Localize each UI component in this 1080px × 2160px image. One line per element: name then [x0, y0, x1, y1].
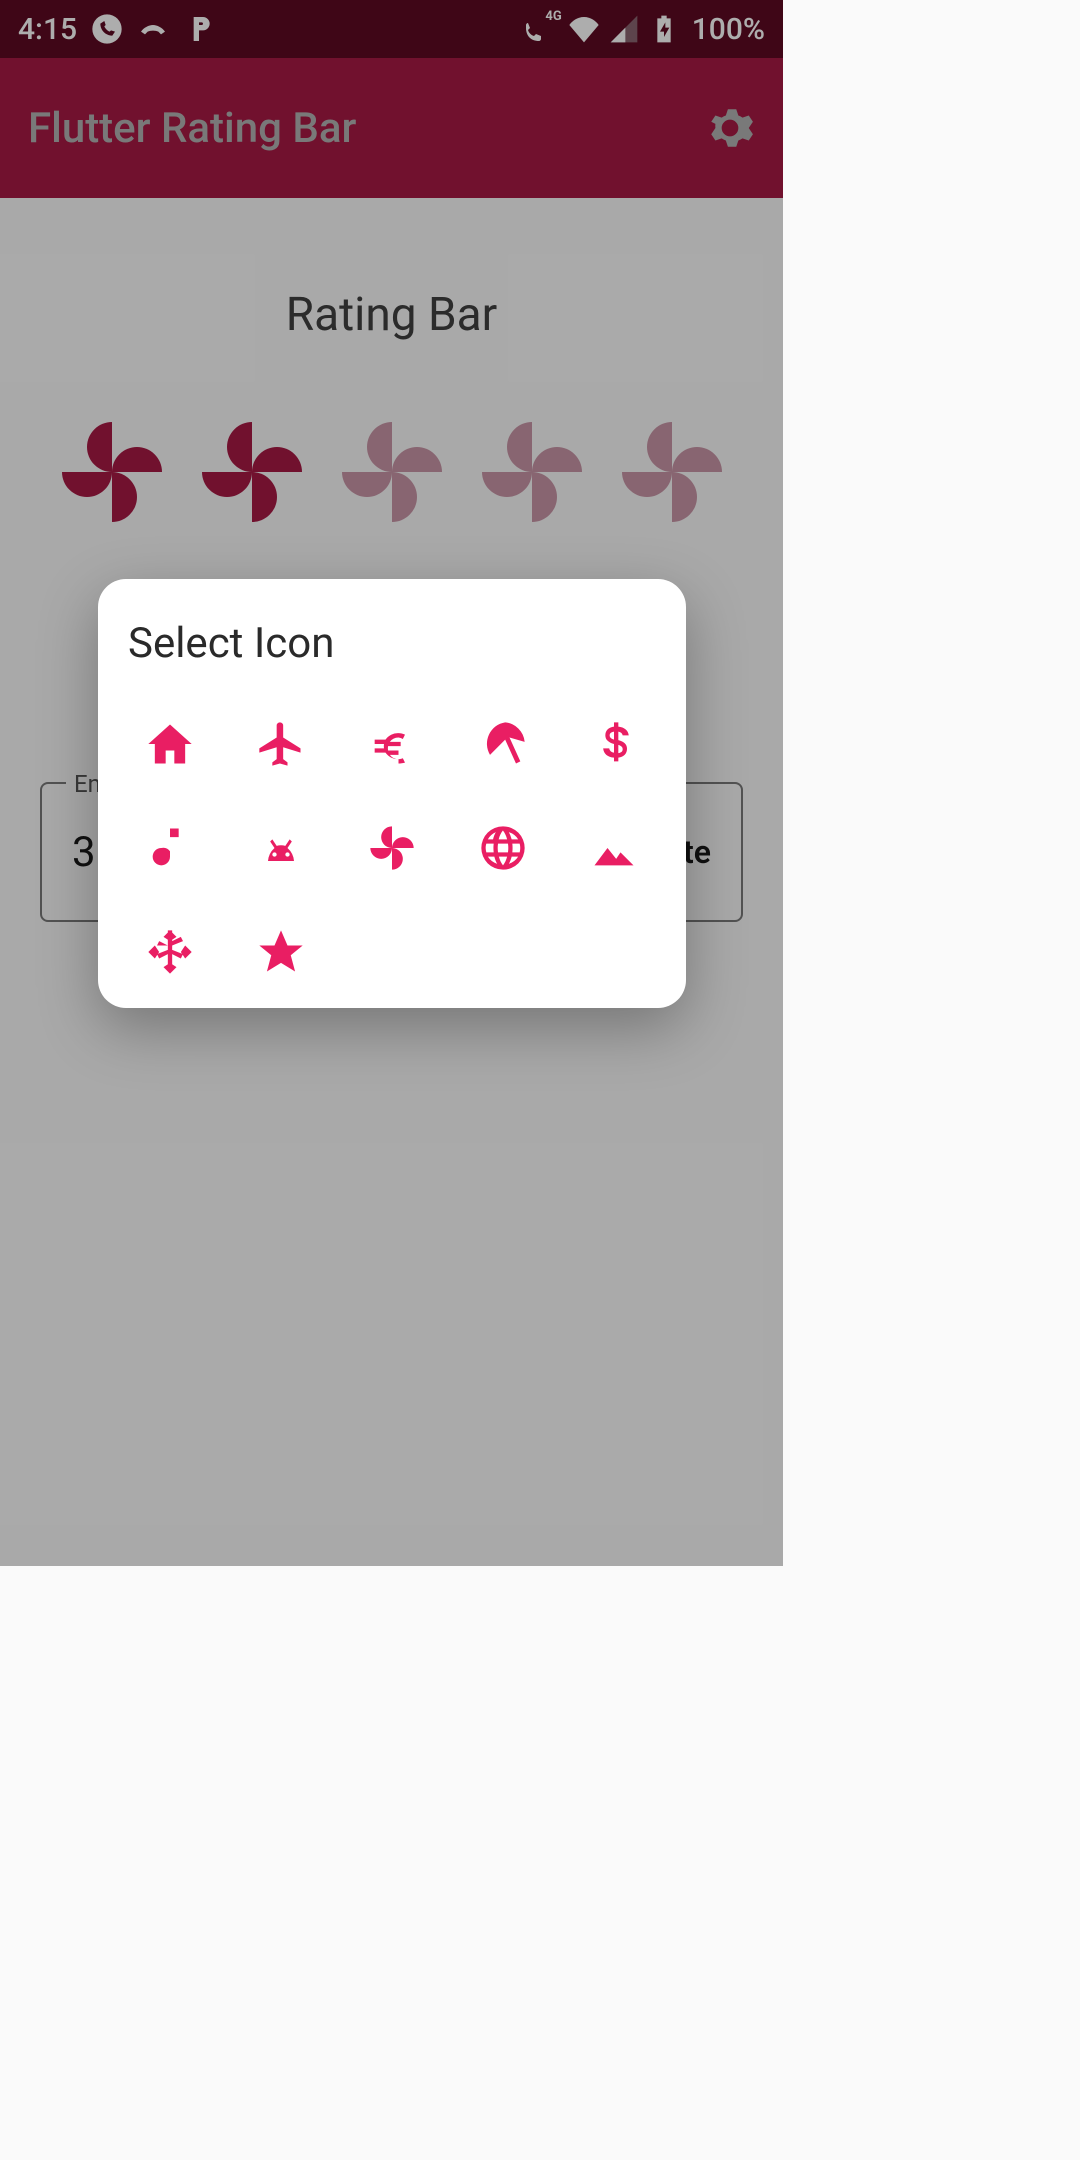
globe-icon — [477, 822, 529, 874]
music-icon — [144, 822, 196, 874]
airplane-icon — [255, 718, 307, 770]
android-icon — [255, 822, 307, 874]
pinwheel-icon — [366, 822, 418, 874]
icon-option-star[interactable] — [247, 926, 314, 978]
icon-option-snowflake[interactable] — [136, 926, 203, 978]
icon-option-globe[interactable] — [470, 822, 537, 874]
dialog-title: Select Icon — [128, 619, 656, 668]
home-icon — [144, 718, 196, 770]
umbrella-icon — [477, 718, 529, 770]
icon-option-umbrella[interactable] — [470, 718, 537, 770]
icon-option-home[interactable] — [136, 718, 203, 770]
icon-option-dollar[interactable] — [581, 718, 648, 770]
star-icon — [255, 926, 307, 978]
icon-grid — [128, 718, 656, 978]
snowflake-icon — [144, 926, 196, 978]
select-icon-dialog: Select Icon — [98, 579, 686, 1008]
icon-option-mountain[interactable] — [581, 822, 648, 874]
icon-option-android[interactable] — [247, 822, 314, 874]
euro-icon — [366, 718, 418, 770]
dollar-icon — [588, 718, 640, 770]
icon-option-pinwheel[interactable] — [358, 822, 425, 874]
icon-option-euro[interactable] — [358, 718, 425, 770]
icon-option-music[interactable] — [136, 822, 203, 874]
mountain-icon — [588, 822, 640, 874]
icon-option-airplane[interactable] — [247, 718, 314, 770]
